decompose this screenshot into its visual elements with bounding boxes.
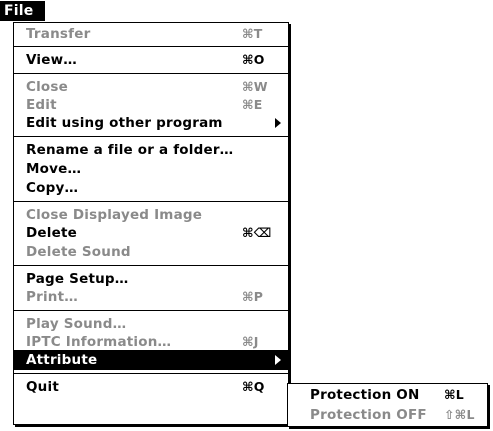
menu-item-label: Close <box>26 79 69 95</box>
menu-item-shortcut: ⌘O <box>242 52 265 67</box>
menu-item-label: Attribute <box>26 352 98 368</box>
menu-item-label: Move… <box>26 161 82 177</box>
menu-item-edit-using-other-program[interactable]: Edit using other program <box>14 113 288 133</box>
submenu-arrow-icon <box>275 118 281 128</box>
menu-item-label: Edit using other program <box>26 115 223 131</box>
menu-item-label: View… <box>26 52 77 68</box>
menu-item-rename[interactable]: Rename a file or a folder… <box>14 140 288 160</box>
menu-item-label: Close Displayed Image <box>26 207 203 223</box>
menu-item-label: IPTC Information… <box>26 334 172 350</box>
menu-item-view[interactable]: View… ⌘O <box>14 50 288 70</box>
menu-item-label: Copy… <box>26 180 79 196</box>
menu-item-delete[interactable]: Delete ⌘⌫ <box>14 223 288 243</box>
submenu-item-protection-off[interactable]: Protection OFF ⇧⌘L <box>288 405 487 425</box>
menu-item-label: Edit <box>26 97 57 113</box>
menu-item-transfer[interactable]: Transfer ⌘T <box>14 24 288 44</box>
menu-item-label: Quit <box>26 379 59 395</box>
submenu-arrow-icon <box>275 355 281 365</box>
menu-item-close-displayed-image[interactable]: Close Displayed Image <box>14 205 288 225</box>
menu-item-label: Print… <box>26 289 78 305</box>
menu-item-page-setup[interactable]: Page Setup… <box>14 269 288 289</box>
submenu-item-shortcut: ⇧⌘L <box>444 407 475 422</box>
menu-item-copy[interactable]: Copy… <box>14 178 288 198</box>
menu-item-close[interactable]: Close ⌘W <box>14 77 288 97</box>
file-menu: Transfer ⌘T View… ⌘O Close ⌘W Edit ⌘E Ed… <box>13 22 289 425</box>
menu-item-shortcut: ⌘W <box>242 79 268 94</box>
menu-item-shortcut: ⌘⌫ <box>242 225 272 240</box>
menu-item-label: Delete <box>26 225 77 241</box>
submenu-item-protection-on[interactable]: Protection ON ⌘L <box>288 385 487 405</box>
menu-item-shortcut: ⌘E <box>242 97 263 112</box>
menu-item-label: Transfer <box>26 26 91 42</box>
submenu-item-shortcut: ⌘L <box>444 387 464 402</box>
attribute-submenu: Protection ON ⌘L Protection OFF ⇧⌘L <box>287 383 488 427</box>
file-menu-title[interactable]: File <box>0 1 45 21</box>
menu-item-shortcut: ⌘P <box>242 289 264 304</box>
menu-separator <box>14 46 288 47</box>
menu-item-label: Delete Sound <box>26 244 131 260</box>
menu-separator <box>14 265 288 266</box>
menu-item-label: Play Sound… <box>26 316 127 332</box>
submenu-item-label: Protection OFF <box>310 407 427 423</box>
menu-item-label: Page Setup… <box>26 271 129 287</box>
menu-item-delete-sound[interactable]: Delete Sound <box>14 242 288 262</box>
menu-item-label: Rename a file or a folder… <box>26 142 234 158</box>
menu-item-quit[interactable]: Quit ⌘Q <box>14 377 288 397</box>
menu-item-print[interactable]: Print… ⌘P <box>14 287 288 307</box>
menu-separator <box>14 73 288 74</box>
menu-separator <box>14 310 288 311</box>
menu-item-shortcut: ⌘T <box>242 26 263 41</box>
submenu-item-label: Protection ON <box>310 387 420 403</box>
menu-item-attribute[interactable]: Attribute <box>14 350 288 370</box>
menu-separator <box>14 373 288 374</box>
menu-item-edit[interactable]: Edit ⌘E <box>14 95 288 115</box>
menu-item-play-sound[interactable]: Play Sound… <box>14 314 288 334</box>
menu-item-shortcut: ⌘Q <box>242 379 265 394</box>
menu-separator <box>14 136 288 137</box>
menu-item-iptc-information[interactable]: IPTC Information… ⌘J <box>14 332 288 352</box>
menu-item-move[interactable]: Move… <box>14 159 288 179</box>
menu-separator <box>14 201 288 202</box>
menu-item-shortcut: ⌘J <box>242 334 259 349</box>
